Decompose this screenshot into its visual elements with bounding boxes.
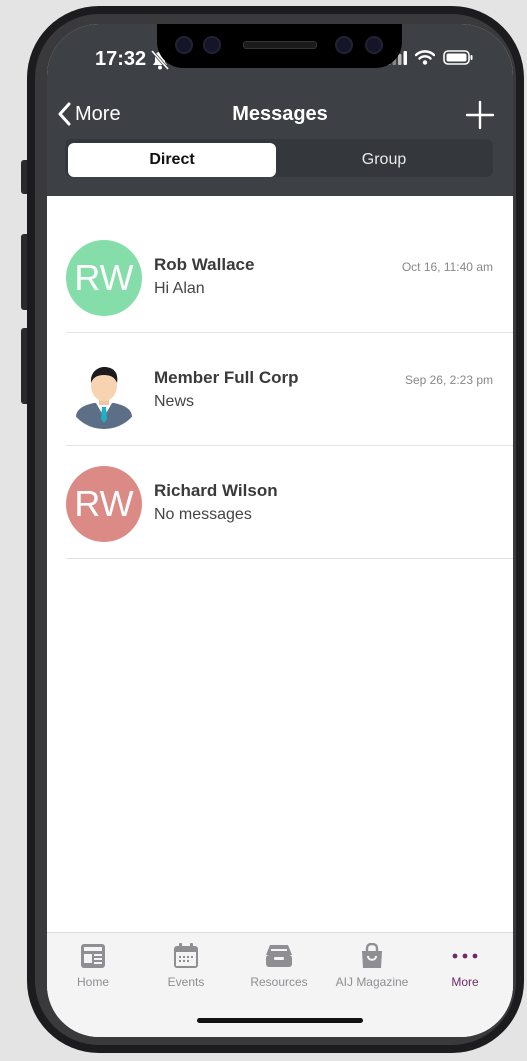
tab-label: More: [451, 975, 479, 989]
tab-label: AIJ Magazine: [335, 975, 409, 989]
shopping-bag-icon: [362, 943, 382, 968]
tab-label: Events: [167, 975, 205, 989]
tab-resources[interactable]: Resources: [233, 943, 325, 989]
tab-aij-magazine[interactable]: AIJ Magazine: [326, 943, 418, 989]
status-time: 17:32: [95, 48, 147, 70]
conversation-time: Oct 16, 11:40 am: [401, 260, 493, 274]
conversation-item-richard-wilson[interactable]: RW Richard Wilson No messages: [66, 446, 513, 559]
conversation-item-rob-wallace[interactable]: RW Rob Wallace Hi Alan Oct 16, 11:40 am: [66, 220, 513, 333]
new-message-plus-icon[interactable]: [465, 100, 495, 130]
tab-label: Home: [76, 975, 109, 989]
avatar: [66, 353, 142, 429]
page-title: Messages: [232, 103, 328, 125]
battery-icon: [443, 50, 473, 65]
conversation-name: Rob Wallace: [154, 255, 255, 274]
conversation-list: RW Rob Wallace Hi Alan Oct 16, 11:40 am …: [66, 220, 513, 559]
header: 17:32 More Messages Direct Group: [47, 24, 513, 196]
calendar-icon: [174, 943, 198, 968]
segment-group[interactable]: Group: [279, 143, 489, 177]
segment-direct[interactable]: Direct: [68, 143, 276, 177]
message-type-segmented-control: Direct Group: [65, 139, 493, 177]
conversation-snippet: No messages: [154, 506, 252, 523]
tab-more[interactable]: More: [419, 943, 511, 989]
conversation-item-member-full-corp[interactable]: Member Full Corp News Sep 26, 2:23 pm: [66, 333, 513, 446]
home-indicator[interactable]: [197, 1018, 363, 1023]
tab-home[interactable]: Home: [47, 943, 139, 989]
ellipsis-icon: [452, 953, 478, 959]
conversation-name: Member Full Corp: [154, 368, 299, 387]
newspaper-icon: [81, 944, 105, 968]
person-avatar-icon: [76, 367, 132, 429]
conversation-name: Richard Wilson: [154, 481, 278, 500]
conversation-time: Sep 26, 2:23 pm: [404, 373, 493, 387]
phone-screen: 17:32 More Messages Direct Group RW Rob …: [47, 24, 513, 1037]
conversation-snippet: News: [154, 393, 195, 410]
inbox-tray-icon: [266, 945, 292, 967]
avatar: RW: [66, 240, 142, 316]
wifi-icon: [415, 50, 435, 65]
avatar: RW: [66, 466, 142, 542]
tab-events[interactable]: Events: [140, 943, 232, 989]
camera-notch: [157, 24, 402, 68]
conversation-snippet: Hi Alan: [154, 280, 205, 297]
tab-label: Resources: [250, 975, 308, 989]
bottom-tab-bar: Home Events Resources AIJ Magazine More: [47, 932, 513, 1037]
